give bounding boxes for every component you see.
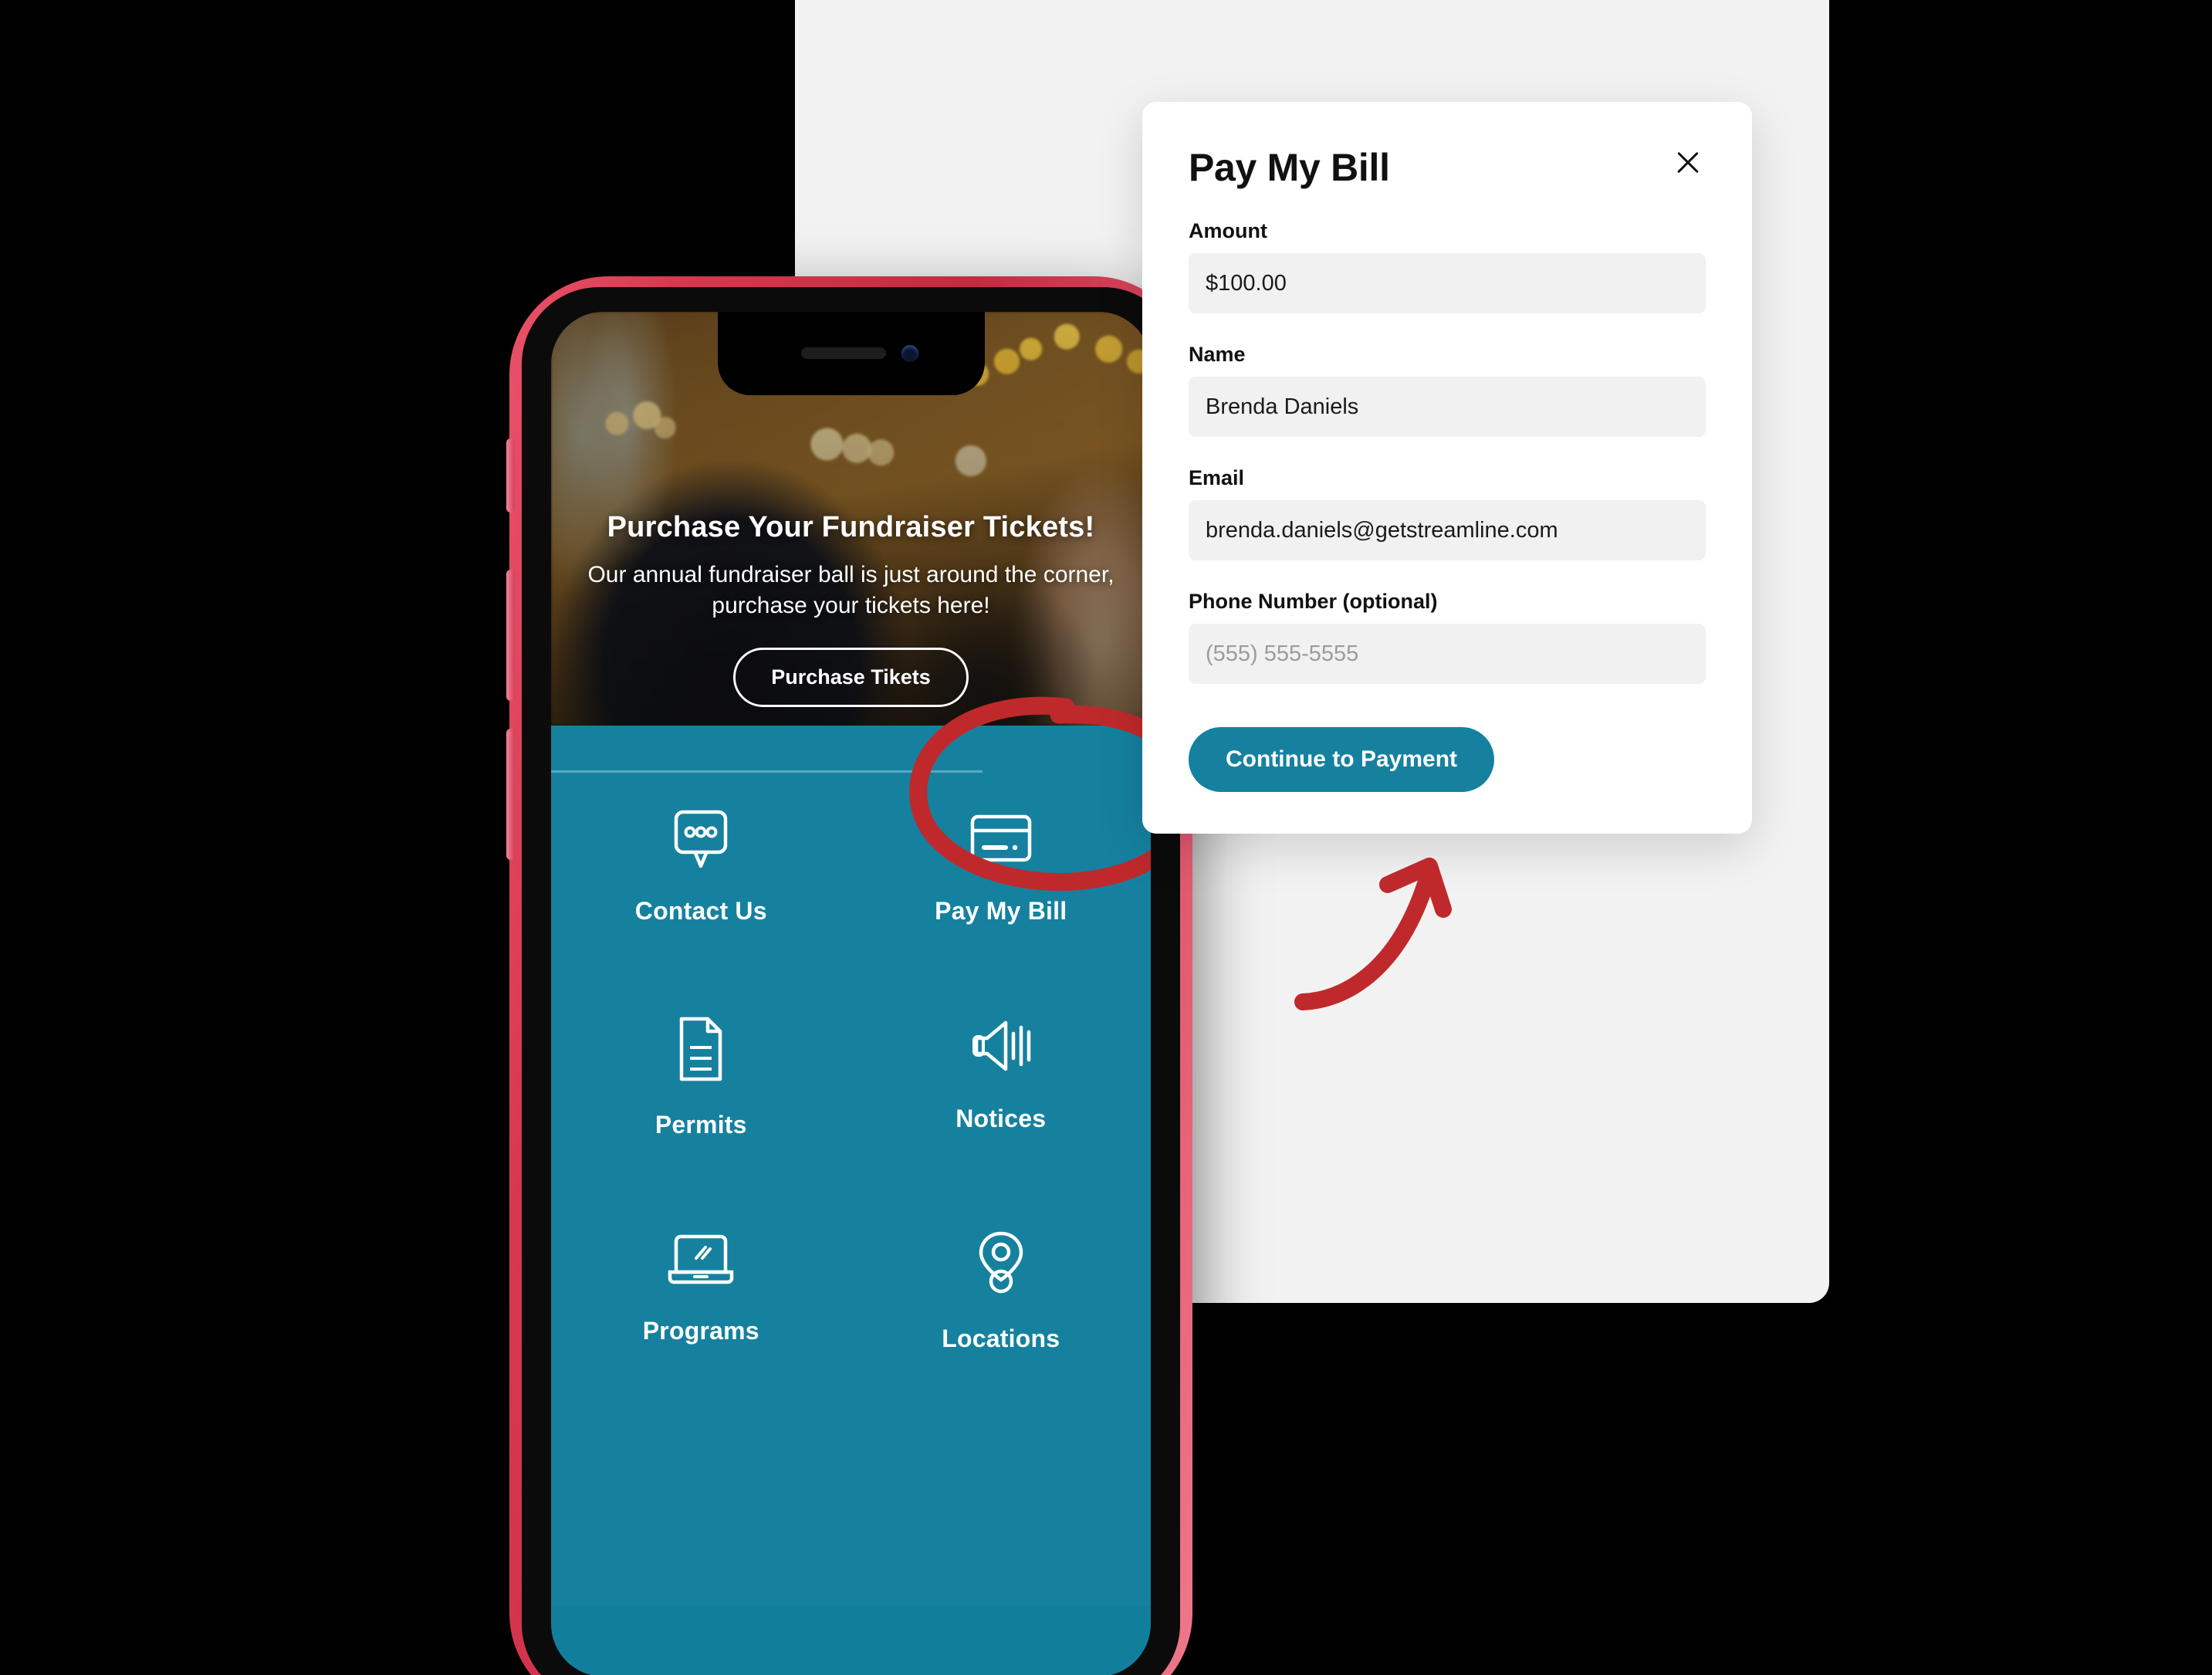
field-label: Amount [1189, 219, 1267, 242]
tile-notices[interactable]: Notices [851, 1015, 1152, 1139]
front-camera-icon [901, 345, 918, 362]
field-label: Name [1189, 343, 1246, 366]
field-phone: Phone Number (optional) [1189, 590, 1706, 684]
pay-my-bill-modal: Pay My Bill Amount Name Email Phone Numb… [1142, 102, 1752, 834]
map-pin-icon [976, 1229, 1027, 1297]
tile-permits[interactable]: Permits [551, 1015, 851, 1139]
tile-label: Locations [942, 1325, 1060, 1352]
credit-card-icon [969, 807, 1033, 869]
phone-screen: Purchase Your Fundraiser Tickets! Our an… [551, 312, 1151, 1675]
tile-label: Contact Us [634, 897, 767, 925]
app-menu-grid: Contact Us Pay My Bill Permits Notices P… [551, 696, 1151, 1606]
tile-label: Programs [642, 1317, 759, 1345]
document-icon [674, 1015, 728, 1083]
earpiece-speaker [800, 347, 886, 359]
phone-volume-down-button[interactable] [506, 729, 515, 860]
phone-mockup: Purchase Your Fundraiser Tickets! Our an… [506, 276, 1196, 1675]
field-amount: Amount [1189, 219, 1706, 313]
field-email: Email [1189, 466, 1706, 560]
hero-content: Purchase Your Fundraiser Tickets! Our an… [551, 511, 1151, 707]
phone-notch [717, 312, 985, 395]
screenshot-stage: Purchase Your Fundraiser Tickets! Our an… [0, 0, 2212, 1675]
grid-divider [551, 770, 983, 773]
hero-title: Purchase Your Fundraiser Tickets! [607, 510, 1095, 543]
phone-input[interactable] [1189, 624, 1706, 684]
megaphone-icon [969, 1015, 1033, 1077]
tile-label: Notices [955, 1105, 1047, 1132]
tile-container: Contact Us Pay My Bill Permits Notices P… [551, 752, 1151, 1353]
amount-input[interactable] [1189, 253, 1706, 313]
field-label: Phone Number (optional) [1189, 590, 1438, 613]
close-icon[interactable] [1670, 145, 1706, 181]
modal-title: Pay My Bill [1189, 146, 1390, 189]
tile-label: Pay My Bill [935, 897, 1067, 925]
laptop-icon [667, 1229, 735, 1289]
name-input[interactable] [1189, 377, 1706, 437]
tile-locations[interactable]: Locations [851, 1229, 1152, 1353]
continue-to-payment-button[interactable]: Continue to Payment [1189, 727, 1495, 792]
modal-header: Pay My Bill [1189, 145, 1706, 190]
purchase-tickets-button[interactable]: Purchase Tikets [733, 648, 969, 707]
chat-bubble-icon [671, 807, 730, 869]
tile-contact-us[interactable]: Contact Us [551, 807, 851, 925]
email-input[interactable] [1189, 500, 1706, 560]
tile-label: Permits [654, 1111, 747, 1139]
phone-mute-switch[interactable] [506, 438, 515, 513]
field-label: Email [1189, 466, 1245, 489]
phone-volume-up-button[interactable] [506, 570, 515, 701]
tile-programs[interactable]: Programs [551, 1229, 851, 1353]
field-name: Name [1189, 343, 1706, 437]
tile-pay-my-bill[interactable]: Pay My Bill [851, 807, 1152, 925]
hero-subtitle: Our annual fundraiser ball is just aroun… [587, 561, 1114, 618]
